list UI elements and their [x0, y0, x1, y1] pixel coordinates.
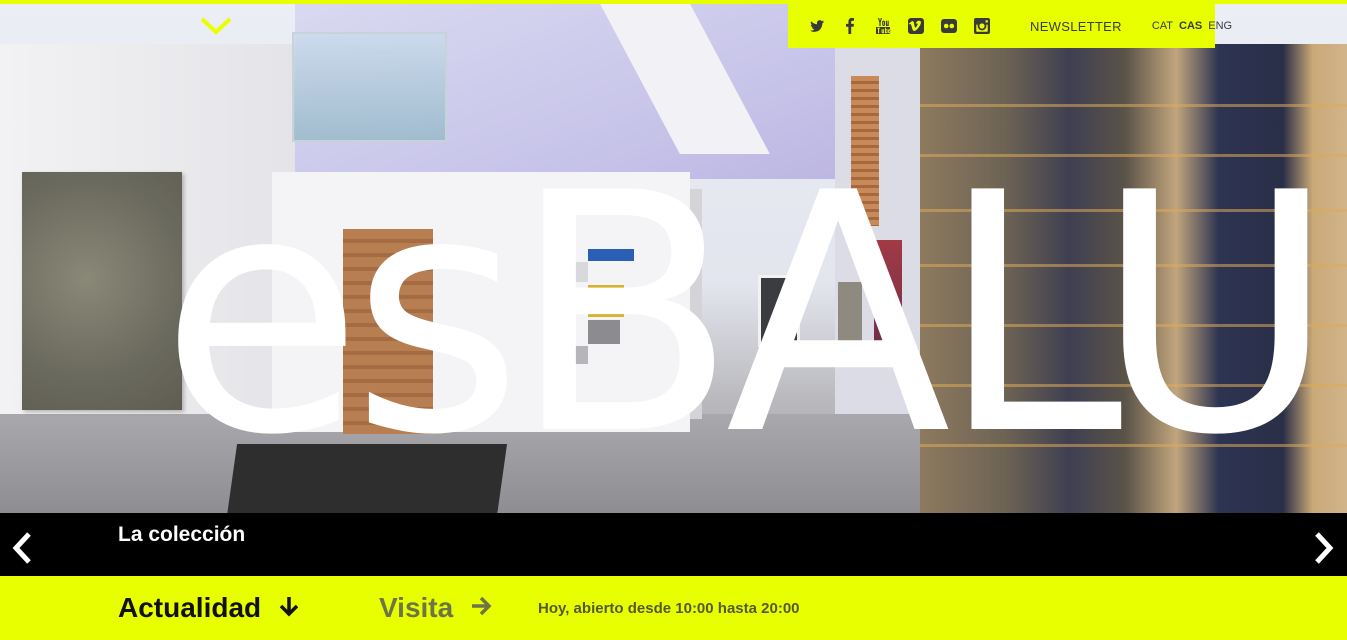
social-links	[788, 4, 998, 48]
arrow-right-icon	[469, 594, 493, 623]
arrow-down-icon	[277, 594, 301, 623]
facebook-icon[interactable]	[833, 4, 866, 48]
bottom-nav: Actualidad Visita Hoy, abierto desde 10:…	[0, 576, 1347, 640]
artwork-painting-left	[22, 172, 182, 410]
site-logo[interactable]: esBALU	[160, 150, 1336, 480]
lang-cat[interactable]: CAT	[1152, 20, 1173, 32]
chevron-down-icon[interactable]	[199, 14, 233, 38]
chevron-left-icon[interactable]	[8, 530, 36, 566]
vimeo-icon[interactable]	[899, 4, 932, 48]
hero-image: esBALU	[0, 4, 1347, 513]
chevron-right-icon[interactable]	[1310, 530, 1338, 566]
nav-visita-label: Visita	[379, 592, 454, 623]
instagram-icon[interactable]	[965, 4, 998, 48]
flickr-icon[interactable]	[932, 4, 965, 48]
nav-visita[interactable]: Visita	[379, 590, 493, 626]
top-utility-bar: NEWSLETTER CAT CAS ENG	[788, 4, 1232, 48]
language-switcher: CAT CAS ENG	[1152, 20, 1232, 32]
nav-actualidad-label: Actualidad	[118, 592, 262, 623]
nav-actualidad[interactable]: Actualidad	[118, 590, 301, 626]
twitter-icon[interactable]	[800, 4, 833, 48]
lang-eng[interactable]: ENG	[1208, 20, 1232, 32]
slide-caption[interactable]: La colección	[118, 523, 245, 547]
youtube-icon[interactable]	[866, 4, 899, 48]
newsletter-link[interactable]: NEWSLETTER	[1030, 19, 1122, 34]
lang-cas[interactable]: CAS	[1179, 20, 1202, 32]
slider-caption-bar: La colección	[0, 513, 1347, 576]
opening-hours: Hoy, abierto desde 10:00 hasta 20:00	[538, 600, 800, 617]
